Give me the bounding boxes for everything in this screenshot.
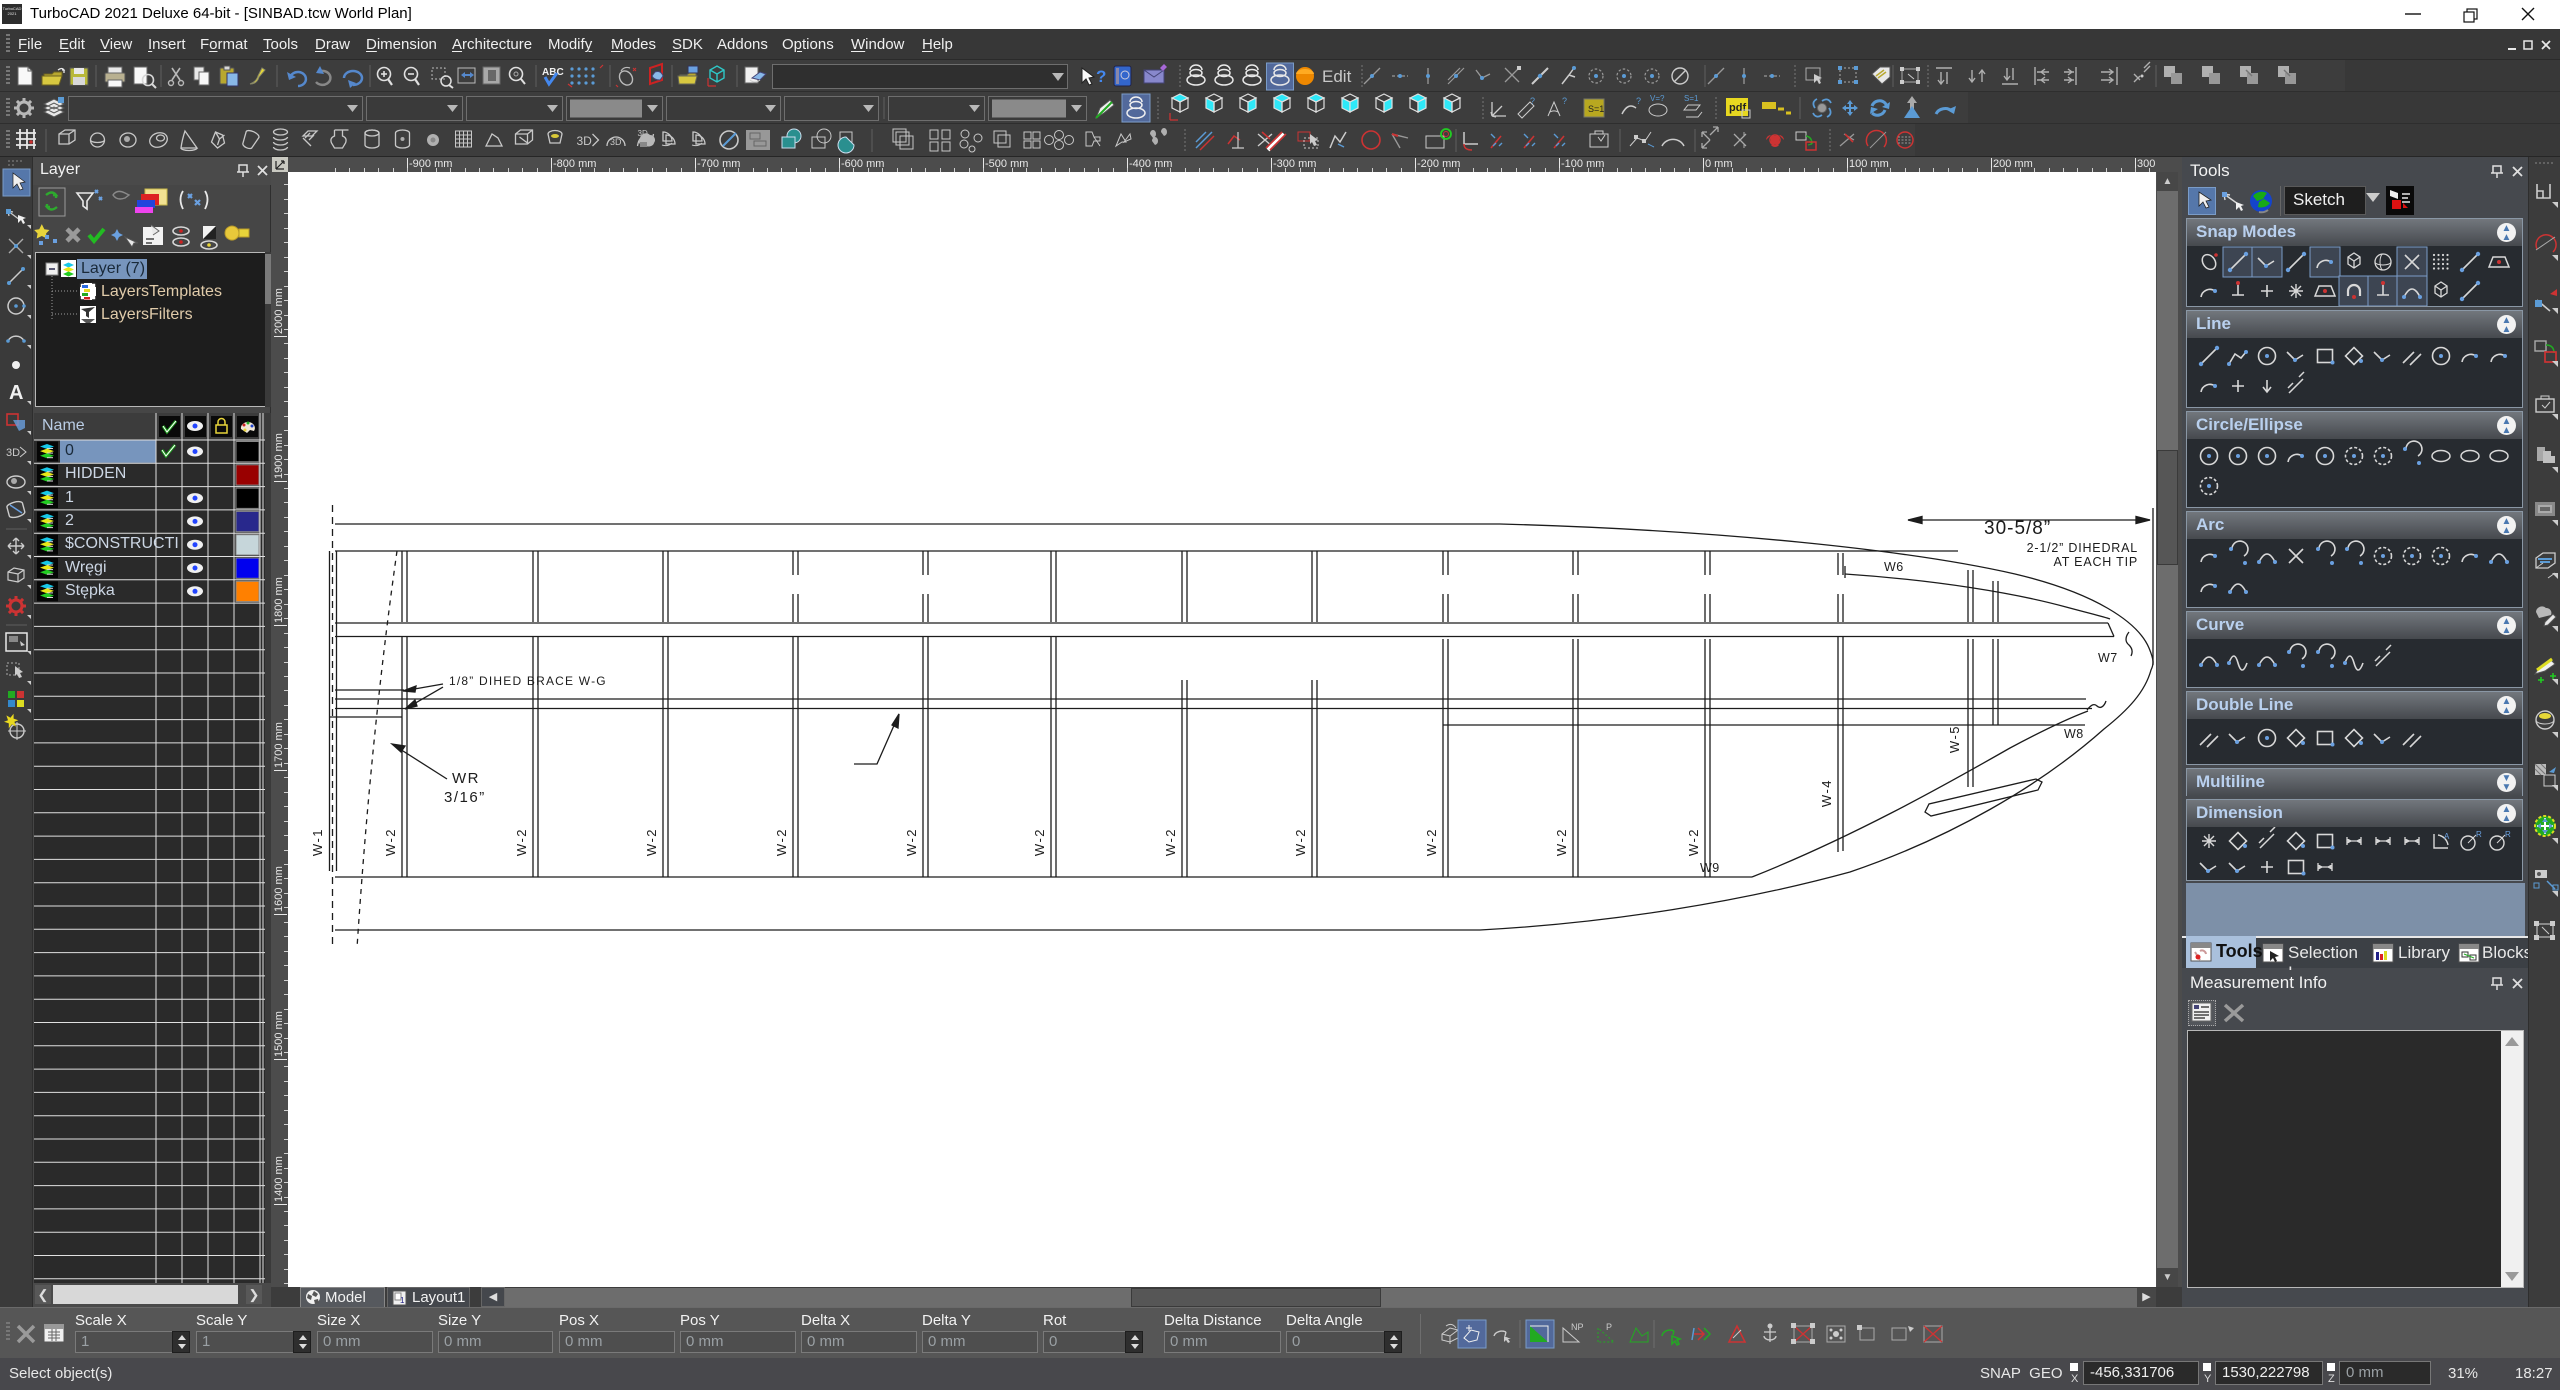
svg-text:WR: WR	[452, 770, 480, 787]
svg-text:?: ?	[1096, 67, 1106, 86]
svg-text:A: A	[2444, 832, 2450, 841]
svg-text:NP: NP	[1571, 1322, 1584, 1332]
svg-text:W8: W8	[2064, 727, 2084, 741]
svg-text:?: ?	[1562, 96, 1567, 106]
svg-text:W9: W9	[1700, 861, 1720, 875]
svg-text:W-2: W-2	[1686, 828, 1701, 856]
svg-text:W-2: W-2	[1293, 828, 1308, 856]
svg-text:W-2: W-2	[1163, 828, 1178, 856]
svg-text:A: A	[9, 382, 23, 404]
svg-text:W-2: W-2	[644, 828, 659, 856]
svg-text:1: 1	[400, 1296, 405, 1305]
svg-text:W-2: W-2	[904, 828, 919, 856]
svg-text:R: R	[2505, 830, 2511, 839]
svg-text:AT EACH TIP: AT EACH TIP	[2053, 555, 2138, 569]
svg-text:30-5/8”: 30-5/8”	[1984, 518, 2051, 539]
svg-text:pdf: pdf	[1729, 102, 1746, 114]
svg-text:P: P	[1606, 1322, 1612, 1332]
svg-text:S=1: S=1	[1588, 104, 1604, 114]
svg-text:W-2: W-2	[514, 828, 529, 856]
svg-text:R: R	[2476, 830, 2482, 839]
svg-text:W-2: W-2	[1424, 828, 1439, 856]
svg-text:Edit: Edit	[1322, 67, 1352, 86]
svg-text:?: ?	[1530, 96, 1535, 106]
svg-text:3D: 3D	[577, 134, 593, 148]
svg-text:W-2: W-2	[1554, 828, 1569, 856]
svg-text:2-1/2” DIHEDRAL: 2-1/2” DIHEDRAL	[2027, 541, 2138, 555]
svg-text:W-2: W-2	[774, 828, 789, 856]
svg-text:3D: 3D	[6, 447, 20, 459]
svg-text:3/16”: 3/16”	[444, 789, 486, 806]
svg-text:W-2: W-2	[1032, 828, 1047, 856]
svg-text:W-5: W-5	[1947, 725, 1962, 753]
svg-text:1/8” DIHED BRACE W-G: 1/8” DIHED BRACE W-G	[449, 674, 607, 688]
svg-text:3D: 3D	[610, 137, 622, 147]
svg-text:W7: W7	[2098, 651, 2118, 665]
svg-text:W-1: W-1	[310, 828, 325, 856]
svg-text:S=1: S=1	[1684, 94, 1699, 103]
svg-text:?: ?	[1636, 96, 1641, 106]
svg-text:V=?: V=?	[1650, 94, 1665, 103]
svg-text:W-4: W-4	[1819, 779, 1834, 807]
svg-text:W6: W6	[1884, 560, 1904, 574]
svg-text:W-2: W-2	[383, 828, 398, 856]
